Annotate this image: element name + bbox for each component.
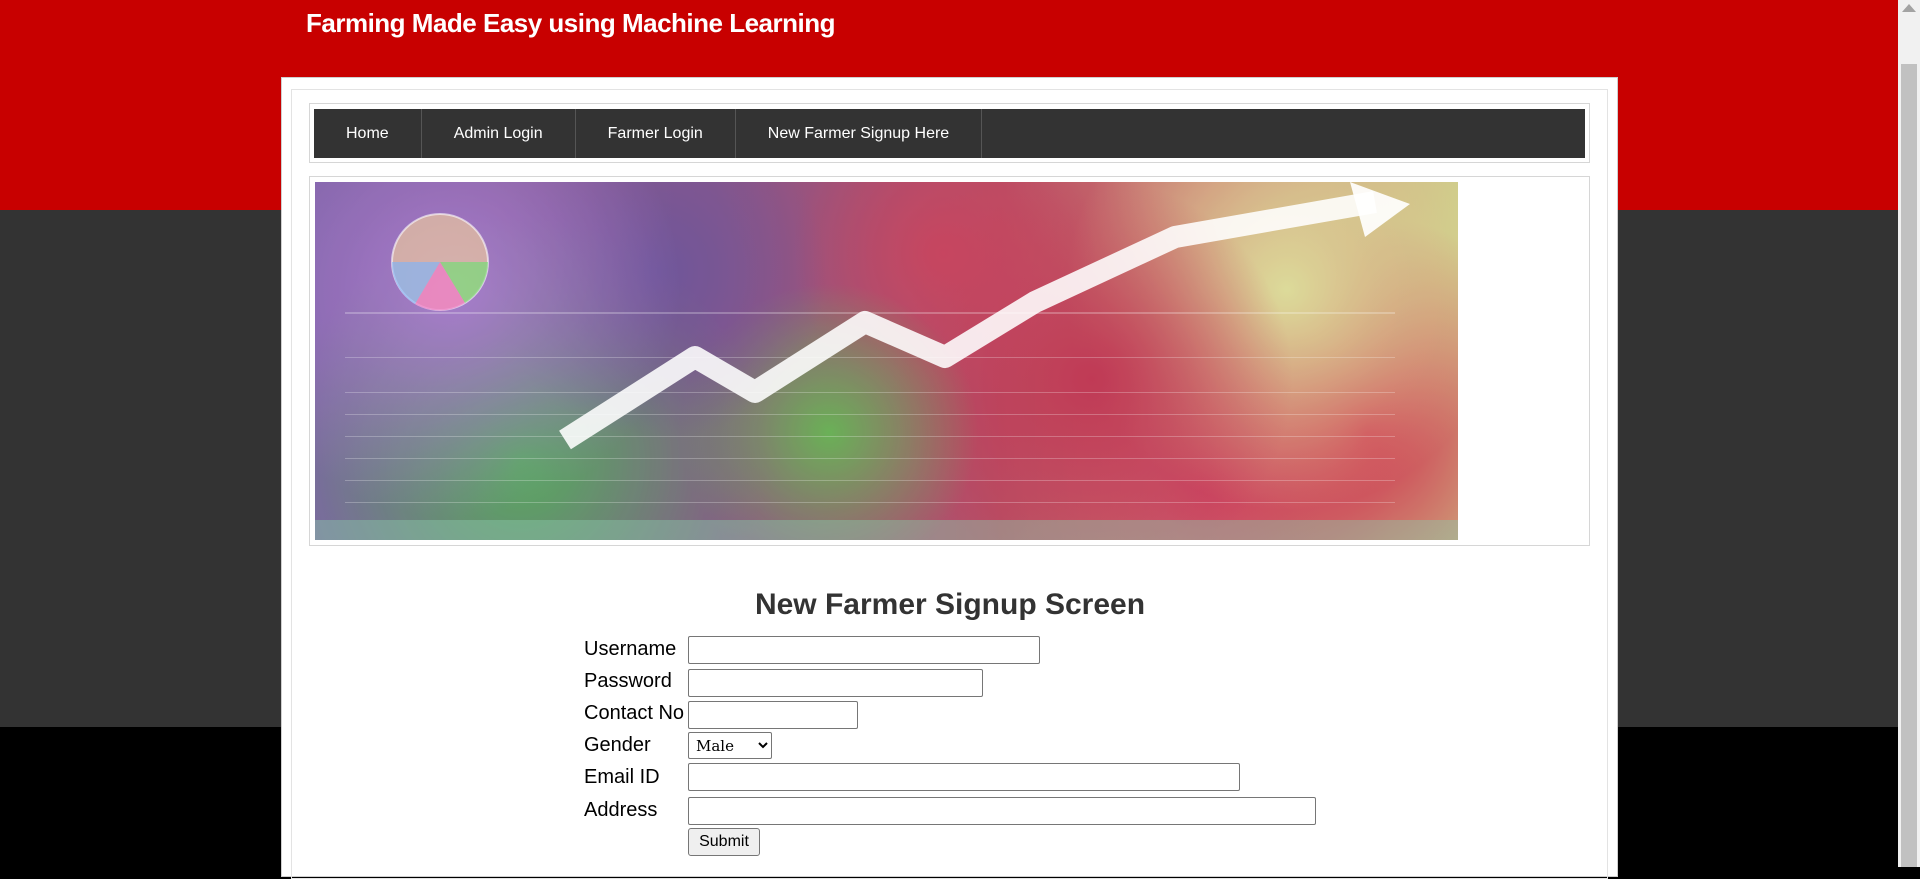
gender-select[interactable]: Male	[688, 732, 772, 759]
username-input[interactable]	[688, 636, 1040, 664]
username-label: Username	[584, 638, 677, 660]
contact-input[interactable]	[688, 701, 858, 729]
nav-new-farmer-signup-link[interactable]: New Farmer Signup Here	[736, 109, 983, 158]
gender-label: Gender	[584, 734, 651, 756]
nav-bar: Home Admin Login Farmer Login New Farmer…	[314, 109, 1585, 158]
form-title: New Farmer Signup Screen	[754, 588, 1146, 621]
email-input[interactable]	[688, 763, 1240, 791]
contact-label: Contact No	[584, 702, 685, 724]
email-label: Email ID	[584, 766, 660, 788]
password-label: Password	[584, 670, 672, 692]
nav-admin-login-link[interactable]: Admin Login	[422, 109, 576, 158]
address-input[interactable]	[688, 797, 1316, 825]
address-label: Address	[584, 799, 658, 821]
banner-graphic	[315, 182, 1458, 540]
nav-farmer-login-link[interactable]: Farmer Login	[576, 109, 736, 158]
banner-image	[315, 182, 1458, 540]
scrollbar-thumb[interactable]	[1901, 64, 1917, 867]
scroll-up-arrow-icon[interactable]	[1902, 4, 1916, 12]
submit-button[interactable]: Submit	[688, 828, 760, 856]
nav-home-link[interactable]: Home	[314, 109, 422, 158]
site-title: Farming Made Easy using Machine Learning	[306, 8, 836, 38]
password-input[interactable]	[688, 669, 983, 697]
